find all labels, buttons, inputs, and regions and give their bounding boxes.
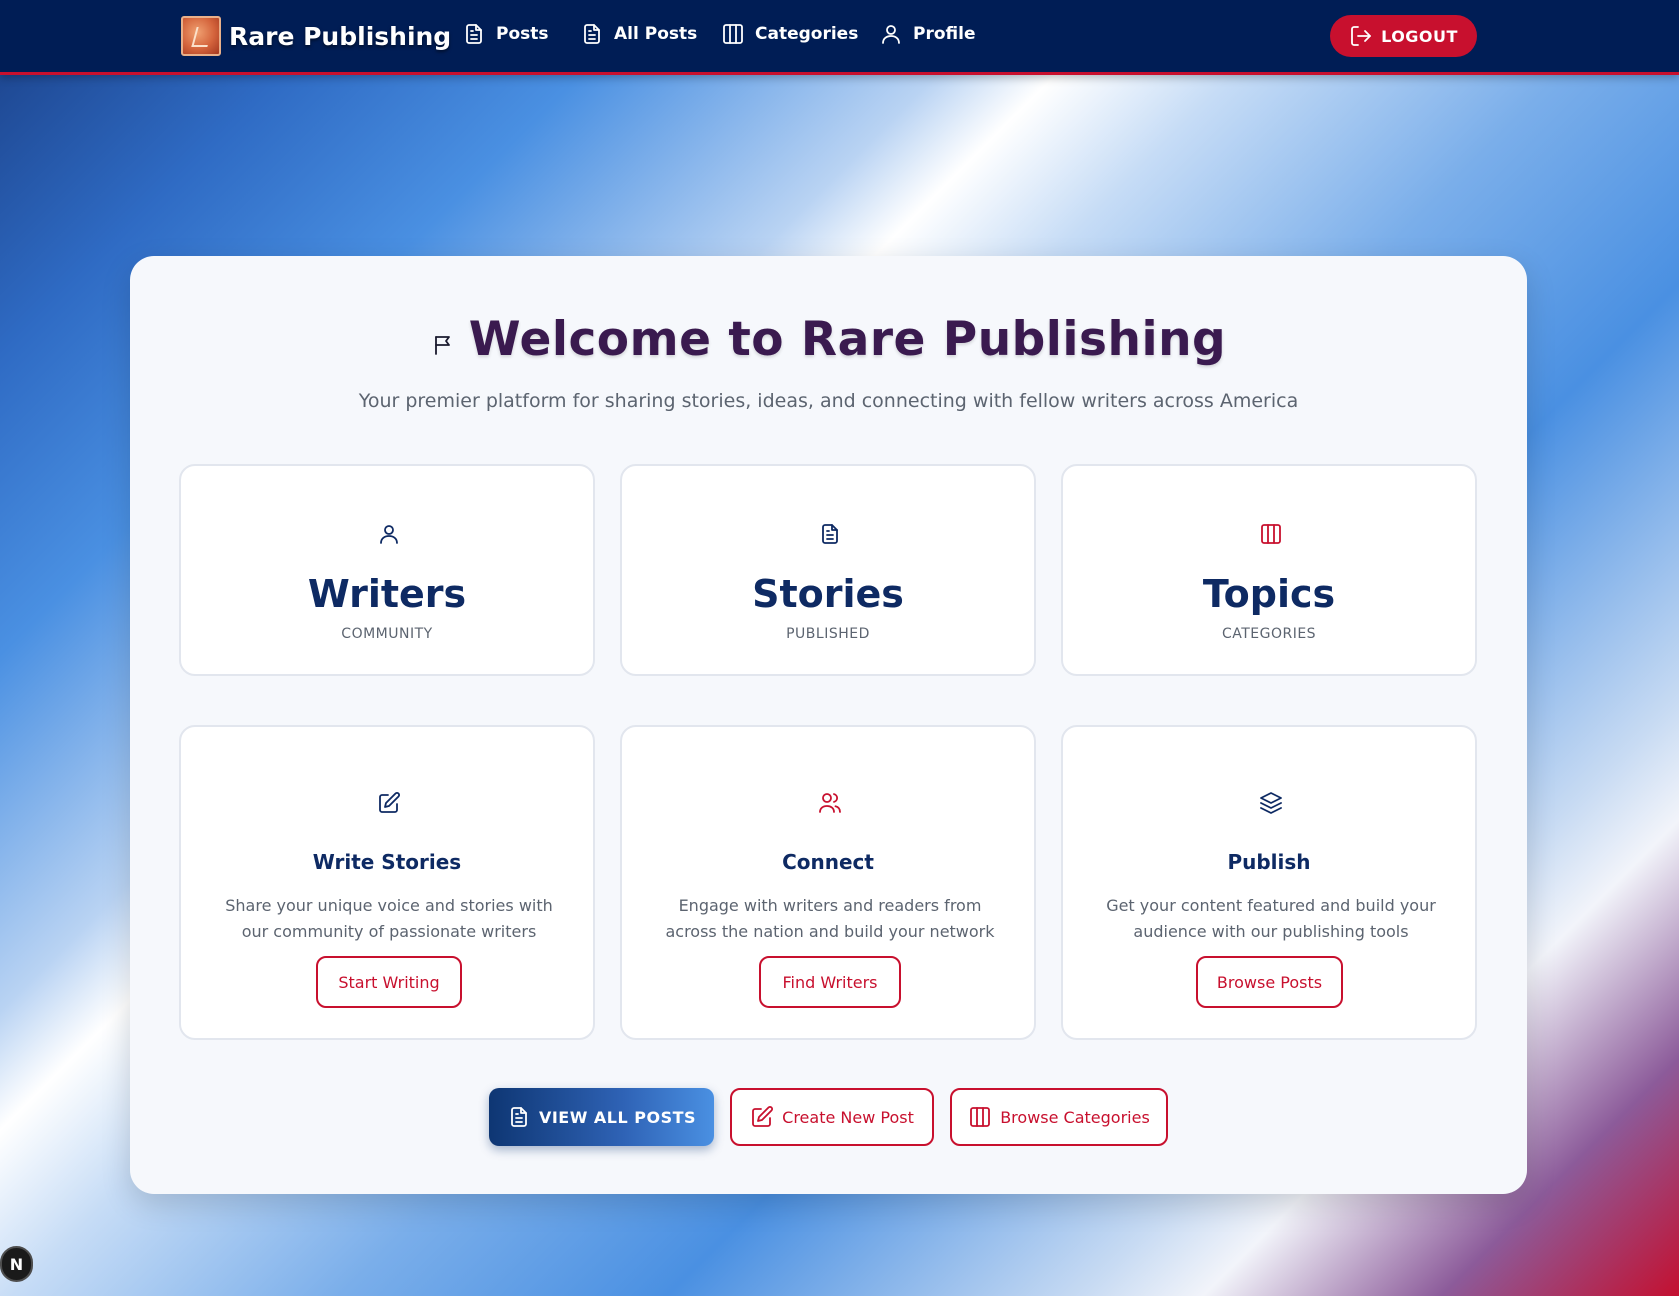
document-icon bbox=[511, 1107, 527, 1127]
stat-label: CATEGORIES bbox=[1221, 626, 1317, 642]
nav-item-label: Profile bbox=[913, 24, 976, 44]
layers-icon bbox=[1260, 792, 1282, 814]
edit-icon bbox=[752, 1106, 774, 1127]
brand-name: Rare Publishing bbox=[229, 21, 452, 51]
browse-categories-label: Browse Categories bbox=[1000, 1107, 1150, 1127]
nav-item-label: Categories bbox=[755, 24, 859, 44]
welcome-card: Welcome to Rare Publishing Your premier … bbox=[130, 256, 1527, 1194]
stat-label: PUBLISHED bbox=[786, 626, 870, 642]
document-icon bbox=[466, 24, 482, 44]
page-title: Welcome to Rare Publishing bbox=[468, 312, 1227, 367]
find-writers-button[interactable]: Find Writers bbox=[759, 956, 901, 1008]
stat-title: Stories bbox=[752, 572, 904, 616]
stat-label: COMMUNITY bbox=[341, 626, 433, 642]
view-all-posts-label: VIEW ALL POSTS bbox=[538, 1107, 697, 1127]
user-icon bbox=[380, 525, 398, 544]
logout-label: LOGOUT bbox=[1381, 26, 1458, 46]
brand-logo bbox=[181, 16, 221, 56]
document-icon bbox=[822, 524, 838, 544]
start-writing-button[interactable]: Start Writing bbox=[316, 956, 462, 1008]
document-icon bbox=[584, 24, 600, 44]
columns-icon bbox=[723, 24, 743, 44]
feature-description: Get your content featured and build your… bbox=[1106, 896, 1436, 941]
brand-link[interactable]: Rare Publishing bbox=[181, 16, 451, 56]
create-new-post-button[interactable]: Create New Post bbox=[730, 1088, 934, 1146]
browse-categories-button[interactable]: Browse Categories bbox=[950, 1088, 1168, 1146]
nav-item-all-posts[interactable]: All Posts bbox=[580, 22, 697, 46]
feature-title: Write Stories bbox=[312, 850, 462, 874]
stat-card-writers: Writers COMMUNITY bbox=[179, 464, 595, 676]
stat-title: Topics bbox=[1202, 572, 1336, 616]
user-icon bbox=[882, 25, 900, 44]
feature-description: Share your unique voice and stories with… bbox=[225, 896, 553, 941]
nav-item-categories[interactable]: Categories bbox=[721, 22, 858, 46]
stat-card-topics: Topics CATEGORIES bbox=[1061, 464, 1477, 676]
logout-icon bbox=[1351, 26, 1371, 46]
users-icon bbox=[819, 793, 841, 813]
nav-item-posts[interactable]: Posts bbox=[462, 22, 549, 46]
nav-item-label: All Posts bbox=[614, 24, 698, 44]
feature-card-write: Write Stories Share your unique voice an… bbox=[179, 725, 595, 1040]
view-all-posts-button[interactable]: VIEW ALL POSTS bbox=[489, 1088, 714, 1146]
page-subtitle: Your premier platform for sharing storie… bbox=[358, 390, 1299, 412]
logout-button[interactable]: LOGOUT bbox=[1330, 15, 1477, 57]
feature-card-connect: Connect Engage with writers and readers … bbox=[620, 725, 1036, 1040]
columns-icon bbox=[970, 1107, 991, 1127]
nav-item-label: Posts bbox=[496, 24, 549, 44]
stat-title: Writers bbox=[307, 572, 467, 616]
stat-card-stories: Stories PUBLISHED bbox=[620, 464, 1036, 676]
columns-icon bbox=[1261, 524, 1281, 544]
feature-title: Publish bbox=[1227, 850, 1311, 874]
feature-title: Connect bbox=[782, 850, 874, 874]
browse-posts-button[interactable]: Browse Posts bbox=[1196, 956, 1343, 1008]
dev-tools-badge[interactable]: N bbox=[0, 1246, 33, 1282]
flag-icon bbox=[434, 335, 450, 355]
hero-heading: Welcome to Rare Publishing bbox=[130, 312, 1527, 367]
nav-item-profile[interactable]: Profile bbox=[879, 22, 975, 46]
edit-icon bbox=[379, 792, 400, 813]
feature-card-publish: Publish Get your content featured and bu… bbox=[1061, 725, 1477, 1040]
feature-description: Engage with writers and readers from acr… bbox=[665, 896, 995, 941]
create-new-post-label: Create New Post bbox=[782, 1107, 914, 1127]
top-navbar: Rare Publishing Posts All Posts Categori… bbox=[0, 0, 1679, 75]
